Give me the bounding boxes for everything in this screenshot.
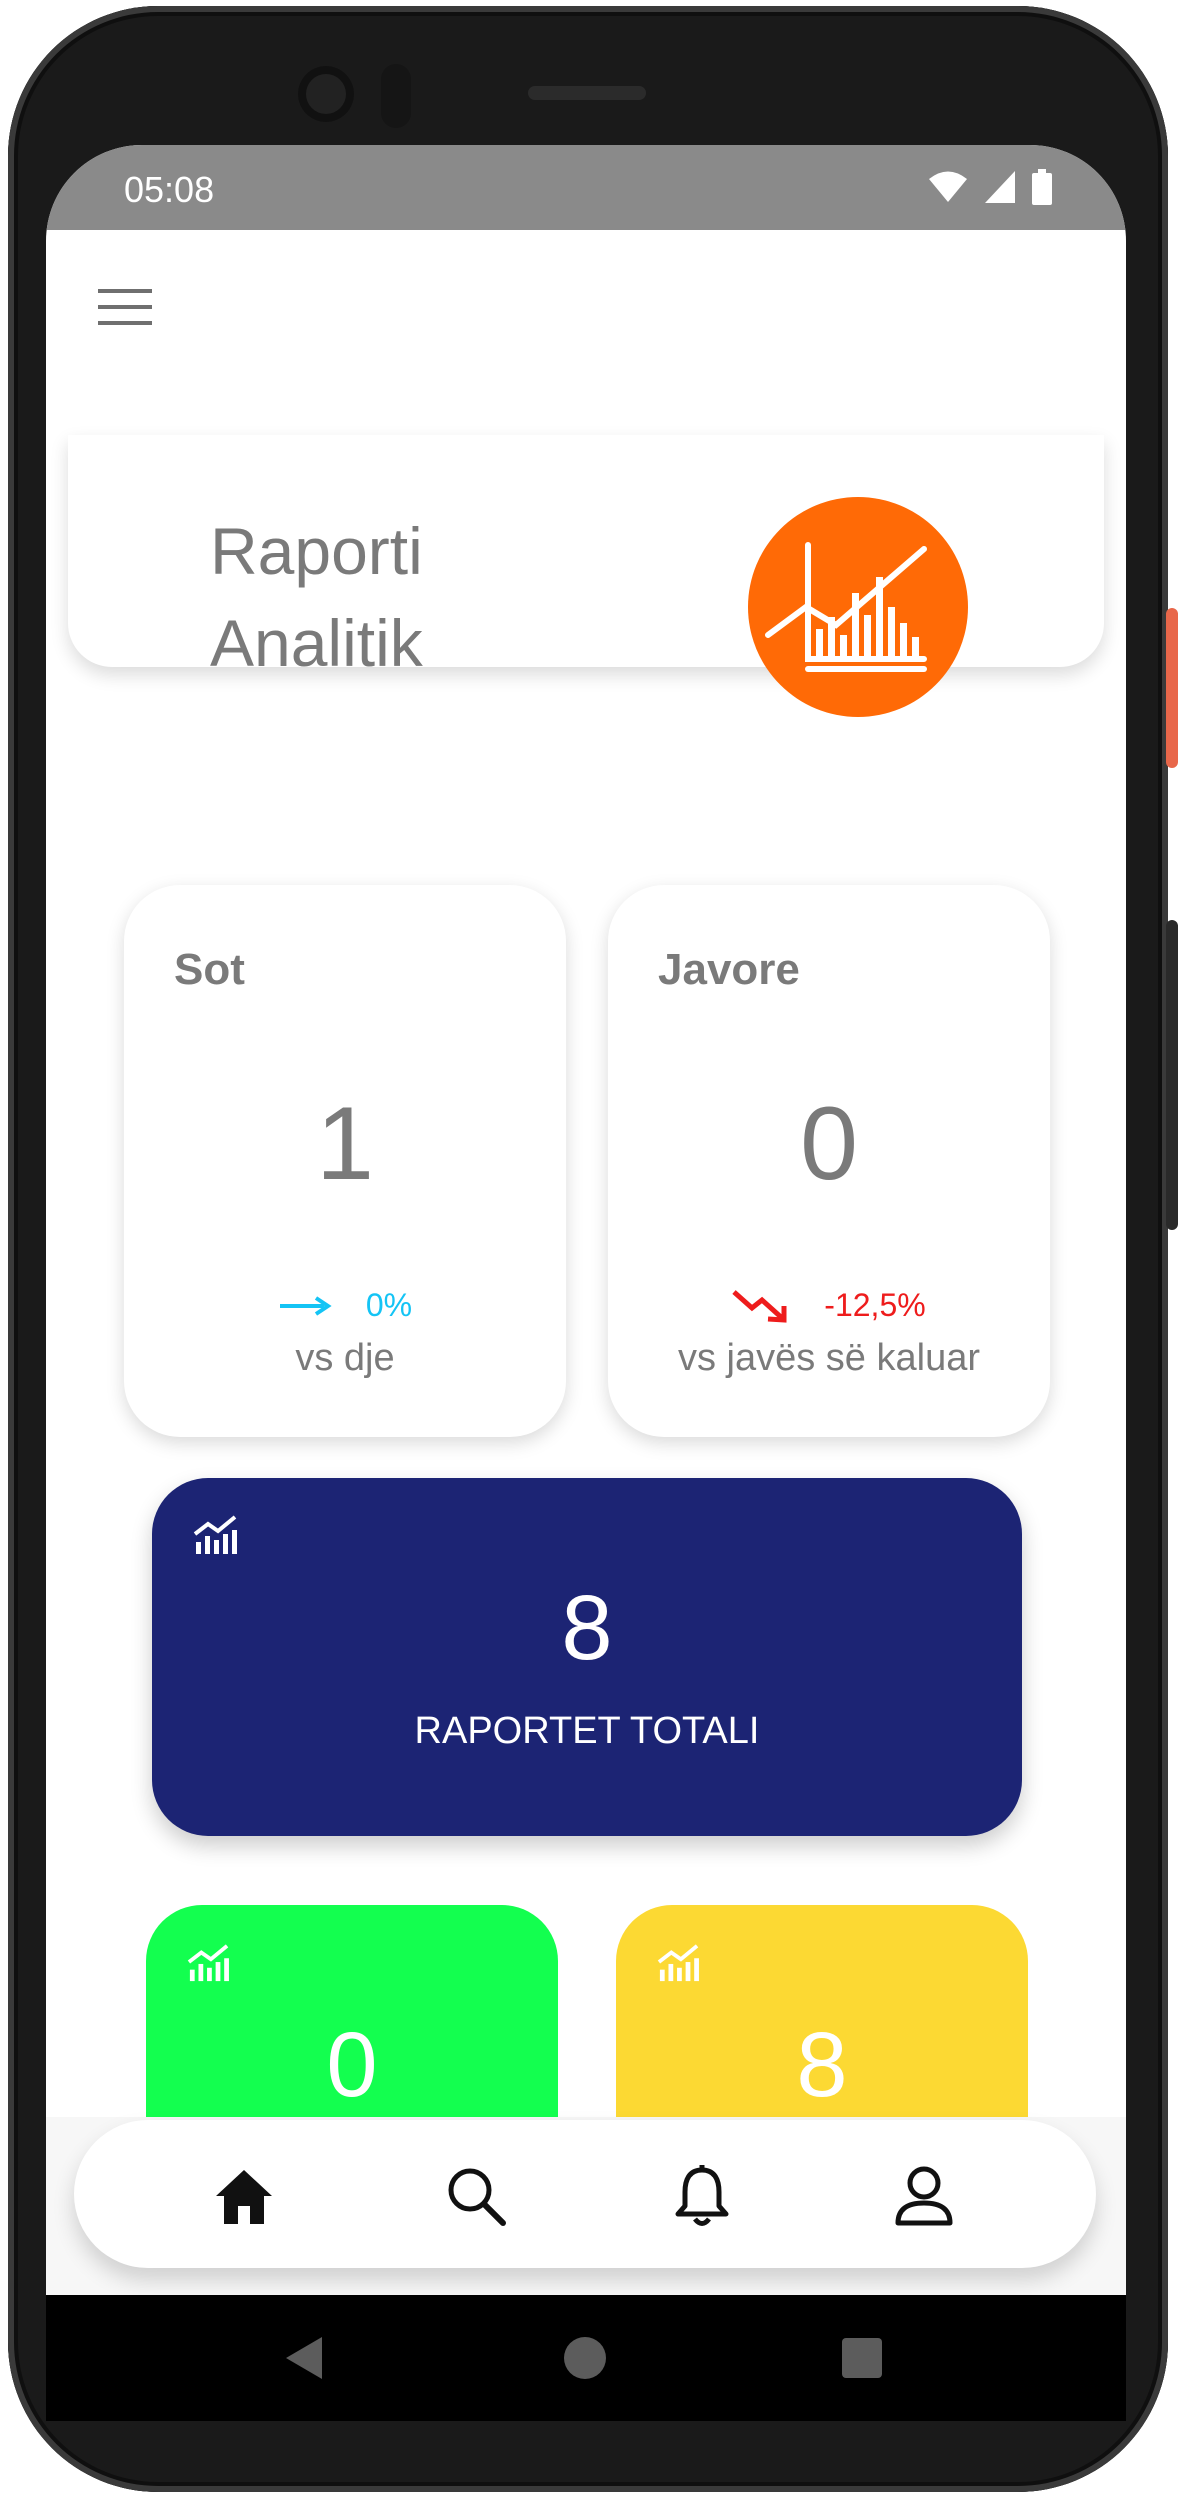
stat-comparison: vs javës së kaluar — [677, 1337, 980, 1379]
stat-value: 0 — [800, 1086, 858, 1202]
total-value: 8 — [561, 1577, 613, 1679]
wifi-icon — [929, 171, 967, 202]
mini-value: 8 — [796, 2014, 848, 2116]
system-nav-bar — [46, 2295, 1126, 2421]
total-label: RAPORTET TOTALI — [414, 1710, 760, 1752]
analytics-icon — [657, 1944, 699, 1982]
mini-value: 0 — [326, 2014, 378, 2116]
nav-home[interactable] — [212, 2164, 276, 2228]
trend-value: -12,5% — [824, 1287, 926, 1323]
arrow-right-icon — [279, 1295, 332, 1316]
hero-card: Raporti Analitik — [68, 435, 1104, 717]
status-bar: 05:08 — [46, 145, 1126, 230]
analytics-icon — [193, 1515, 237, 1554]
stat-card-today[interactable]: Sot 1 0% vs dje — [124, 885, 566, 1437]
nav-profile[interactable] — [892, 2164, 956, 2228]
phone-frame: 05:08 Raporti Analitik Sot 1 0% vs dje J… — [0, 0, 1178, 2498]
analytics-chart-icon — [748, 497, 968, 717]
trend-value: 0% — [365, 1287, 413, 1323]
bottom-nav — [74, 2120, 1096, 2268]
stat-card-weekly[interactable]: Javore 0 -12,5% vs javës së kaluar — [608, 885, 1050, 1437]
front-camera — [298, 66, 354, 122]
user-icon — [895, 2166, 953, 2226]
volume-button — [1166, 920, 1178, 1230]
recent-apps-icon[interactable] — [842, 2338, 882, 2378]
hero-title: Raporti Analitik — [210, 514, 423, 680]
signal-icon — [985, 171, 1015, 203]
app-screen: 05:08 Raporti Analitik Sot 1 0% vs dje J… — [46, 145, 1126, 2295]
analytics-icon — [187, 1944, 229, 1982]
stat-value: 1 — [316, 1086, 374, 1202]
total-reports-card[interactable]: 8 RAPORTET TOTALI — [152, 1478, 1022, 1836]
trending-down-icon — [732, 1289, 787, 1323]
hamburger-menu-icon[interactable] — [98, 285, 152, 329]
proximity-sensor — [381, 64, 411, 128]
home-circle-icon[interactable] — [564, 2337, 606, 2379]
power-button — [1166, 608, 1178, 768]
bell-icon — [675, 2165, 729, 2226]
home-icon — [216, 2170, 272, 2224]
trend-row: -12,5% — [608, 1287, 1050, 1324]
search-icon — [448, 2168, 506, 2226]
battery-icon — [1032, 169, 1052, 205]
back-icon[interactable] — [282, 2335, 326, 2381]
stat-comparison: vs dje — [295, 1337, 395, 1379]
earpiece-speaker — [528, 86, 646, 100]
status-time: 05:08 — [124, 169, 215, 210]
nav-search[interactable] — [444, 2164, 508, 2228]
nav-notifications[interactable] — [670, 2164, 734, 2228]
status-icons — [928, 169, 1052, 205]
stat-title: Javore — [658, 945, 800, 994]
stat-title: Sot — [174, 945, 245, 994]
trend-row: 0% — [124, 1287, 566, 1324]
